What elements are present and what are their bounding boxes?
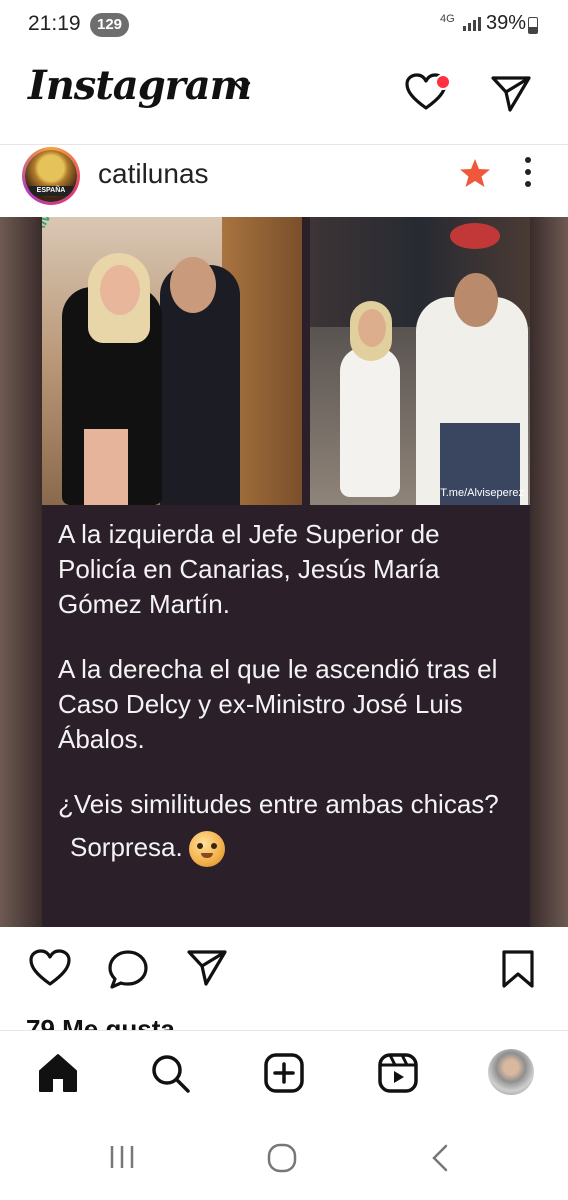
photo-right: T.me/Alviseperez — [310, 217, 530, 505]
like-heart-icon[interactable] — [28, 948, 72, 988]
avatar-image: ESPAÑA — [25, 150, 77, 202]
chevron-down-icon[interactable] — [232, 80, 252, 94]
share-send-icon[interactable] — [186, 948, 228, 988]
post-image[interactable]: .me/Alviseperez T.me/Alviseperez A la iz… — [0, 217, 568, 927]
system-navigation-bar — [0, 1116, 568, 1200]
home-icon[interactable] — [36, 1051, 80, 1095]
bookmark-icon[interactable] — [498, 948, 538, 990]
reels-icon[interactable] — [376, 1051, 420, 1095]
status-bar: 21:19 129 4G 39% — [0, 0, 568, 52]
search-icon[interactable] — [148, 1051, 192, 1095]
instagram-logo[interactable]: Instagram — [28, 62, 252, 109]
caption-line-3: ¿Veis similitudes entre ambas chicas? — [58, 789, 499, 819]
caption-line-2: A la derecha el que le ascendió tras el … — [58, 654, 498, 754]
story-avatar[interactable]: ESPAÑA — [22, 147, 80, 205]
battery-icon — [528, 17, 538, 34]
caption-line-4: Sorpresa. — [70, 832, 183, 862]
avatar-tag-text: ESPAÑA — [29, 186, 73, 196]
image-blur-left — [0, 217, 42, 927]
photo-left: .me/Alviseperez — [42, 217, 302, 505]
post-username[interactable]: catilunas — [98, 158, 209, 190]
caption-line-4-wrap: Sorpresa. — [70, 830, 518, 868]
watermark-right: T.me/Alviseperez — [440, 487, 524, 499]
notification-count-badge: 129 — [90, 13, 130, 37]
thinking-emoji-icon — [188, 831, 225, 868]
caption-line-1: A la izquierda el Jefe Superior de Polic… — [58, 519, 440, 619]
more-options-icon[interactable] — [518, 155, 538, 189]
recents-icon[interactable] — [108, 1142, 138, 1172]
back-icon[interactable] — [428, 1142, 452, 1174]
network-type: 4G — [440, 13, 455, 25]
create-post-icon[interactable] — [262, 1051, 306, 1095]
post-header: ESPAÑA catilunas — [0, 145, 568, 215]
watermark-left: .me/Alviseperez — [42, 217, 79, 258]
profile-avatar[interactable] — [488, 1049, 534, 1095]
bottom-navigation — [0, 1030, 568, 1117]
signal-icon — [463, 17, 481, 31]
image-blur-right — [530, 217, 568, 927]
favorite-star-icon — [460, 159, 490, 187]
notification-dot — [435, 74, 451, 90]
send-icon[interactable] — [490, 74, 532, 114]
post-actions — [0, 928, 568, 1008]
comment-icon[interactable] — [106, 948, 150, 990]
battery-percent: 39% — [486, 12, 527, 34]
app-header: Instagram — [0, 52, 568, 145]
status-time: 21:19 — [28, 12, 81, 35]
likes-count[interactable]: 79 Me gusta — [26, 1012, 175, 1030]
post-image-caption: A la izquierda el Jefe Superior de Polic… — [58, 517, 518, 868]
home-circle-icon[interactable] — [266, 1142, 298, 1174]
